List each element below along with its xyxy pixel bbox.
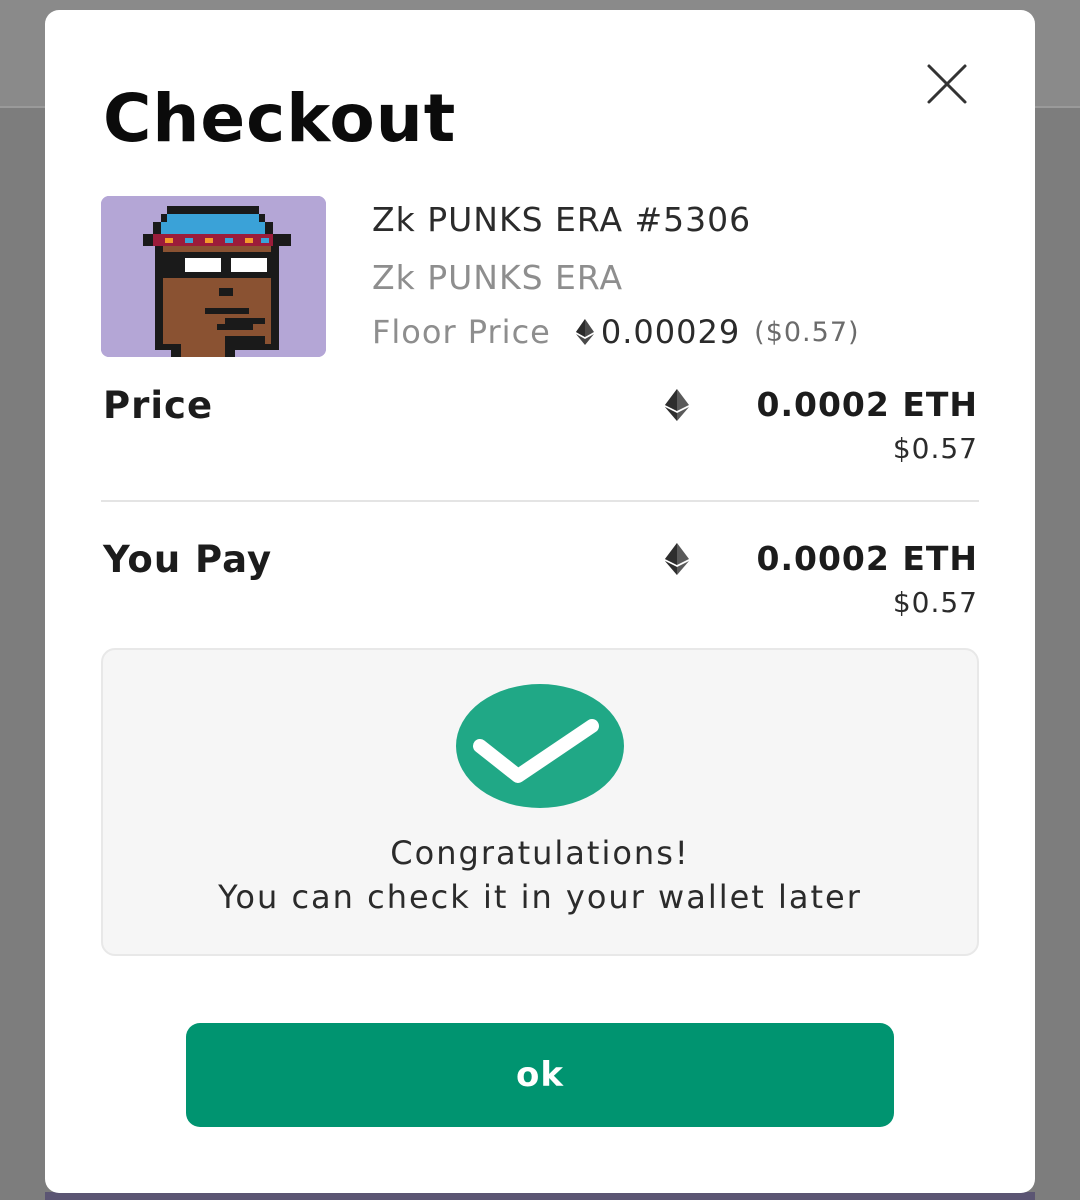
price-usd: $0.57: [892, 432, 978, 465]
close-button[interactable]: [925, 62, 969, 106]
success-message: You can check it in your wallet later: [218, 878, 862, 916]
floor-price-label: Floor Price: [372, 313, 551, 351]
you-pay-eth: 0.0002 ETH: [756, 539, 978, 578]
floor-price-value: 0.00029: [600, 313, 741, 351]
floor-price-usd: ($0.57): [754, 316, 860, 348]
success-panel: Congratulations! You can check it in you…: [101, 648, 979, 956]
close-icon: [927, 64, 967, 104]
divider: [101, 500, 979, 502]
ok-button[interactable]: ok: [186, 1023, 894, 1127]
price-label: Price: [103, 384, 214, 427]
nft-collection-name[interactable]: Zk PUNKS ERA: [372, 258, 623, 297]
checkout-modal: Checkout Zk PUNKS ERA #5306 Zk PUNKS ERA…: [45, 10, 1035, 1193]
you-pay-label: You Pay: [103, 538, 273, 581]
price-eth: 0.0002 ETH: [756, 385, 978, 424]
punk-avatar-icon: [101, 196, 326, 357]
you-pay-usd: $0.57: [892, 586, 978, 619]
floor-price-row: Floor Price 0.00029 ($0.57): [372, 310, 860, 354]
check-circle-icon: [456, 684, 624, 808]
ethereum-icon: [665, 543, 689, 575]
ethereum-icon: [575, 319, 594, 345]
ethereum-icon: [665, 389, 689, 421]
background-content: [45, 1192, 1035, 1200]
nft-image: [101, 196, 326, 357]
modal-title: Checkout: [103, 80, 457, 157]
success-title: Congratulations!: [390, 834, 690, 872]
nft-name: Zk PUNKS ERA #5306: [372, 200, 752, 239]
